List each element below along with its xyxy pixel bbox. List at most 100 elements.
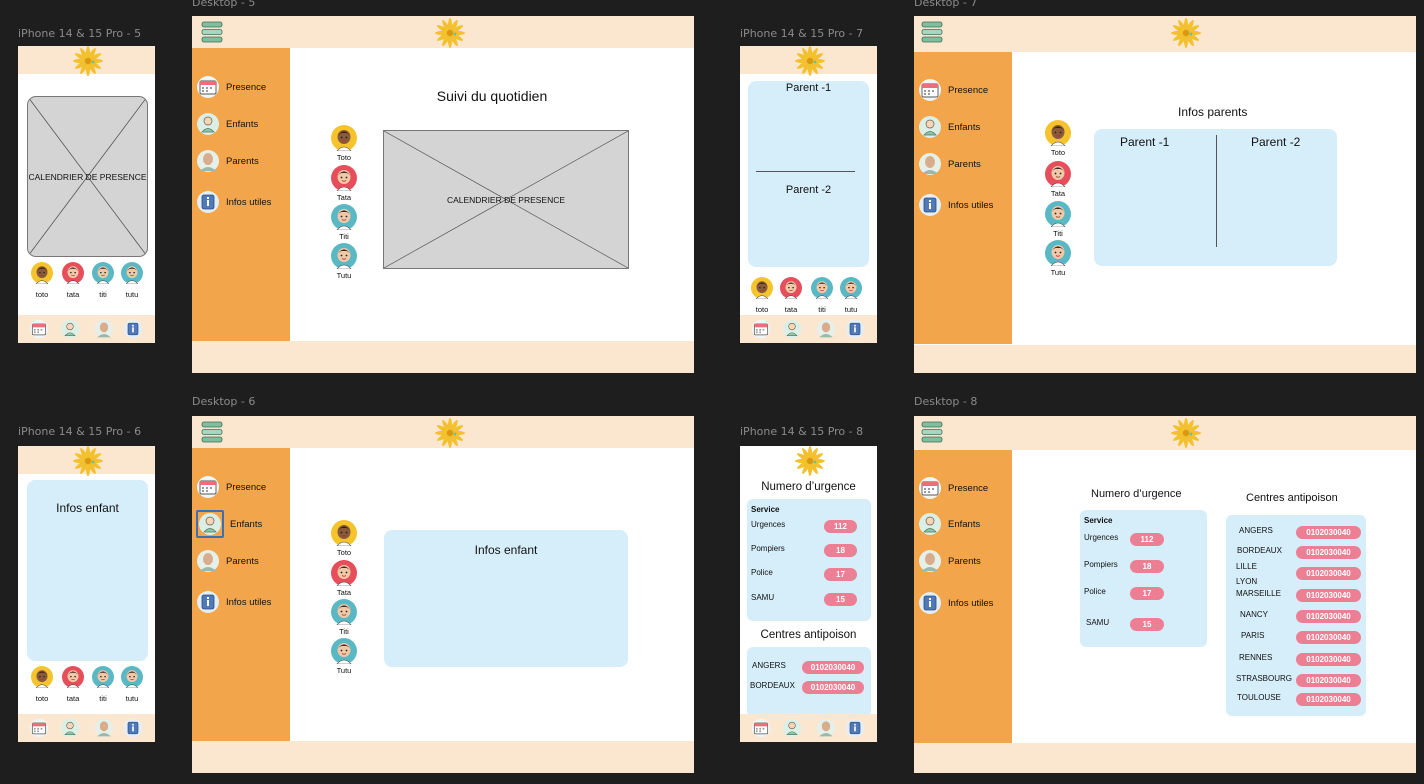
parent-icon[interactable] — [93, 718, 115, 738]
flower-logo-icon[interactable] — [71, 46, 105, 76]
child-info-panel: Infos enfant — [384, 530, 628, 667]
calendar-icon[interactable] — [750, 319, 772, 339]
phone-number[interactable]: 0102030040 — [1296, 693, 1361, 706]
phone-number[interactable]: 0102030040 — [1296, 610, 1361, 623]
kid-toto[interactable]: toto — [749, 277, 775, 314]
parent-icon[interactable] — [815, 319, 837, 339]
parent-icon[interactable] — [93, 319, 115, 339]
flower-logo-icon[interactable] — [1169, 418, 1203, 448]
service-number[interactable]: 17 — [824, 568, 857, 581]
menu-icon[interactable] — [199, 419, 225, 445]
phone-number[interactable]: 0102030040 — [1296, 526, 1361, 539]
sidebar-item-presence[interactable]: Presence — [196, 75, 266, 99]
sidebar-item-parents[interactable]: Parents — [918, 152, 981, 176]
sidebar-item-infos-utiles[interactable]: Infos utiles — [196, 590, 271, 614]
sidebar-item-enfants[interactable]: Enfants — [918, 512, 980, 536]
menu-icon[interactable] — [199, 19, 225, 45]
kid-tutu[interactable]: Tutu — [329, 638, 359, 675]
frame-label: iPhone 14 & 15 Pro - 7 — [740, 27, 864, 40]
kid-tutu[interactable]: tutu — [119, 666, 145, 703]
menu-icon[interactable] — [919, 19, 945, 45]
service-row: Police 17 — [747, 568, 871, 582]
sidebar-item-parents[interactable]: Parents — [196, 149, 259, 173]
kid-toto[interactable]: toto — [29, 666, 55, 703]
phone-number[interactable]: 0102030040 — [802, 681, 864, 694]
service-number[interactable]: 15 — [824, 593, 857, 606]
phone-number[interactable]: 0102030040 — [802, 661, 864, 674]
sidebar-item-infos-utiles[interactable]: Infos utiles — [918, 591, 993, 615]
kid-toto[interactable]: toto — [29, 262, 55, 299]
calendar-icon[interactable] — [750, 718, 772, 738]
flower-logo-icon[interactable] — [433, 418, 467, 448]
sidebar-item-parents[interactable]: Parents — [918, 549, 981, 573]
kid-tutu[interactable]: Tutu — [329, 243, 359, 280]
center-row: BORDEAUX 0102030040 — [1226, 546, 1366, 560]
desktop-footer — [192, 741, 694, 773]
sidebar: Presence Enfants Parents Infos utiles — [192, 448, 290, 741]
flower-logo-icon[interactable] — [793, 46, 827, 76]
info-icon[interactable] — [844, 718, 866, 738]
phone-number[interactable]: 0102030040 — [1296, 589, 1361, 602]
sidebar-item-label: Infos utiles — [948, 597, 994, 609]
kid-toto[interactable]: Toto — [329, 125, 359, 162]
child-icon[interactable] — [781, 718, 803, 738]
kid-tata[interactable]: Tata — [1043, 161, 1073, 198]
kid-tata[interactable]: Tata — [329, 165, 359, 202]
sidebar-item-infos-utiles[interactable]: Infos utiles — [196, 190, 271, 214]
service-number[interactable]: 112 — [824, 520, 857, 533]
flower-logo-icon[interactable] — [433, 18, 467, 48]
sidebar-item-label: Presence — [226, 81, 267, 93]
phone-number[interactable]: 0102030040 — [1296, 674, 1361, 687]
child-icon[interactable] — [59, 319, 81, 339]
sidebar-item-presence[interactable]: Presence — [196, 475, 266, 499]
kid-titi[interactable]: titi — [90, 262, 116, 299]
child-icon[interactable] — [781, 319, 803, 339]
info-icon[interactable] — [122, 718, 144, 738]
flower-logo-icon[interactable] — [1169, 18, 1203, 48]
service-number[interactable]: 112 — [1130, 533, 1164, 546]
kid-tata[interactable]: tata — [778, 277, 804, 314]
kid-titi[interactable]: Titi — [329, 599, 359, 636]
sidebar-item-enfants[interactable]: Enfants — [196, 112, 258, 136]
kid-titi[interactable]: Titi — [329, 204, 359, 241]
service-number[interactable]: 15 — [1130, 618, 1164, 631]
kid-titi[interactable]: Titi — [1043, 201, 1073, 238]
calendar-icon[interactable] — [28, 718, 50, 738]
kid-tata[interactable]: Tata — [329, 560, 359, 597]
child-icon[interactable] — [59, 718, 81, 738]
sidebar-item-infos-utiles[interactable]: Infos utiles — [918, 193, 993, 217]
sidebar-item-label: Enfants — [948, 121, 981, 133]
service-number[interactable]: 18 — [824, 544, 857, 557]
info-icon[interactable] — [122, 319, 144, 339]
flower-logo-icon[interactable] — [71, 446, 105, 476]
kid-name: tutu — [125, 290, 139, 299]
kid-toto[interactable]: Toto — [1043, 120, 1073, 157]
sidebar-item-presence[interactable]: Presence — [918, 476, 988, 500]
info-icon[interactable] — [844, 319, 866, 339]
kid-tutu[interactable]: tutu — [119, 262, 145, 299]
parent-icon[interactable] — [815, 718, 837, 738]
kid-tata[interactable]: tata — [60, 262, 86, 299]
kid-tutu[interactable]: Tutu — [1043, 240, 1073, 277]
kid-tata[interactable]: tata — [60, 666, 86, 703]
phone-number[interactable]: 0102030040 — [1296, 653, 1361, 666]
kid-toto[interactable]: Toto — [329, 520, 359, 557]
sidebar-item-parents[interactable]: Parents — [196, 549, 259, 573]
kid-tutu[interactable]: tutu — [838, 277, 864, 314]
kid-name: Titi — [339, 232, 349, 241]
city-name: MARSEILLE — [1236, 589, 1281, 598]
sidebar-item-presence[interactable]: Presence — [918, 78, 988, 102]
calendar-icon[interactable] — [28, 319, 50, 339]
kid-titi[interactable]: titi — [809, 277, 835, 314]
flower-logo-icon[interactable] — [793, 446, 827, 476]
phone-number[interactable]: 0102030040 — [1296, 546, 1361, 559]
sidebar-item-enfants[interactable]: Enfants — [918, 115, 980, 139]
phone-number[interactable]: 0102030040 — [1296, 631, 1361, 644]
info-icon — [196, 190, 220, 214]
menu-icon[interactable] — [919, 419, 945, 445]
service-number[interactable]: 18 — [1130, 560, 1164, 573]
sidebar-item-enfants[interactable]: Enfants — [196, 510, 262, 538]
kid-titi[interactable]: titi — [90, 666, 116, 703]
service-number[interactable]: 17 — [1130, 587, 1164, 600]
bottom-nav — [740, 315, 877, 343]
